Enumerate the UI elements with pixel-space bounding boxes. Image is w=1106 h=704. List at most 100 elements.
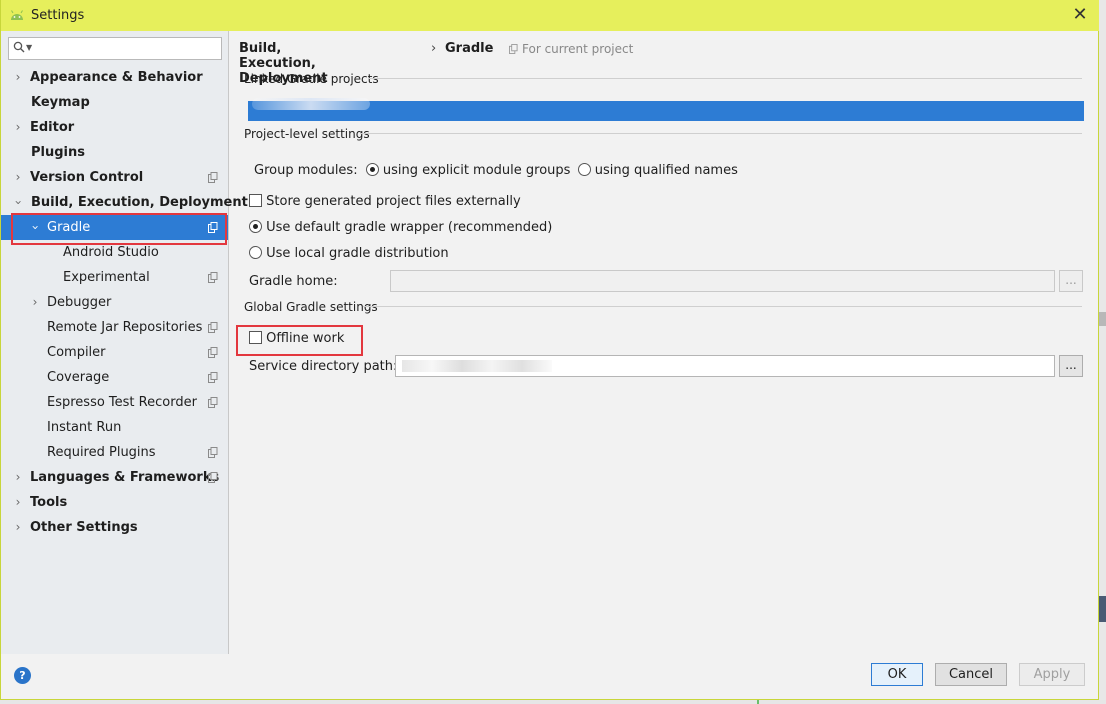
chevron-right-icon[interactable]: › xyxy=(13,515,23,540)
chevron-right-icon[interactable]: › xyxy=(13,165,23,190)
background-scroll-marker xyxy=(1099,596,1106,622)
default-wrapper-radio[interactable] xyxy=(249,220,262,233)
default-wrapper-label[interactable]: Use default gradle wrapper (recommended) xyxy=(266,220,552,235)
sidebar-item-remote-jar-repositories[interactable]: Remote Jar Repositories xyxy=(1,315,228,340)
chevron-down-icon[interactable]: ▼ xyxy=(26,43,32,52)
chevron-right-icon[interactable]: › xyxy=(13,115,23,140)
sidebar-item-build-execution-deployment[interactable]: › Build, Execution, Deployment xyxy=(1,190,248,215)
sidebar-item-editor[interactable]: › Editor xyxy=(1,115,228,140)
qualified-names-radio[interactable] xyxy=(577,163,591,176)
sidebar-item-espresso-test-recorder[interactable]: Espresso Test Recorder xyxy=(1,390,228,415)
chevron-down-icon[interactable]: › xyxy=(6,198,31,208)
sidebar-item-label: Debugger xyxy=(47,295,112,310)
sidebar-item-android-studio[interactable]: Android Studio xyxy=(1,240,228,265)
offline-work-checkbox[interactable] xyxy=(249,331,262,344)
chevron-right-icon[interactable]: › xyxy=(13,465,23,490)
linked-projects-list[interactable] xyxy=(248,98,1084,121)
background-marker xyxy=(757,700,759,704)
cancel-button[interactable]: Cancel xyxy=(935,663,1007,686)
sidebar-item-gradle[interactable]: › Gradle xyxy=(1,215,228,240)
search-icon xyxy=(13,41,25,56)
qualified-names-label[interactable]: using qualified names xyxy=(595,163,738,178)
sidebar-item-experimental[interactable]: Experimental xyxy=(1,265,228,290)
section-global: Global Gradle settings xyxy=(244,300,378,314)
service-dir-label: Service directory path: xyxy=(249,359,398,374)
help-icon[interactable]: ? xyxy=(14,667,31,684)
title-bar: Settings ✕ xyxy=(1,0,1100,31)
sidebar-item-version-control[interactable]: › Version Control xyxy=(1,165,228,190)
linked-project-item[interactable] xyxy=(252,98,370,110)
sidebar-item-plugins[interactable]: Plugins xyxy=(1,140,228,165)
sidebar-item-label: Plugins xyxy=(31,145,85,160)
local-distribution-row[interactable]: Use local gradle distribution xyxy=(249,246,449,261)
chevron-right-icon[interactable]: › xyxy=(30,290,40,315)
sidebar-item-languages-frameworks[interactable]: › Languages & Frameworks xyxy=(1,465,228,490)
android-icon xyxy=(11,10,23,20)
group-modules-row: Group modules: using explicit module gro… xyxy=(254,163,738,178)
service-dir-browse-button[interactable]: ... xyxy=(1059,355,1083,377)
project-scope-icon xyxy=(208,172,218,183)
service-dir-input[interactable] xyxy=(395,355,1055,377)
gradle-home-browse-button: ... xyxy=(1059,270,1083,292)
breadcrumb-current: Gradle xyxy=(445,41,494,56)
settings-sidebar: ▼ › Appearance & Behavior Keymap › Edito… xyxy=(1,31,248,654)
sidebar-item-label: Keymap xyxy=(31,95,90,110)
project-scope-icon xyxy=(208,447,218,458)
sidebar-item-keymap[interactable]: Keymap xyxy=(1,90,228,115)
store-generated-checkbox[interactable] xyxy=(249,194,262,207)
sidebar-item-instant-run[interactable]: Instant Run xyxy=(1,415,228,440)
section-divider xyxy=(363,306,1082,307)
apply-button[interactable]: Apply xyxy=(1019,663,1085,686)
sidebar-item-other-settings[interactable]: › Other Settings xyxy=(1,515,228,540)
background-window-edge xyxy=(0,700,1106,704)
gradle-home-label: Gradle home: xyxy=(249,274,338,289)
sidebar-item-label: Build, Execution, Deployment xyxy=(31,195,248,210)
sidebar-item-label: Appearance & Behavior xyxy=(30,70,203,85)
search-input[interactable] xyxy=(35,40,217,57)
sidebar-item-debugger[interactable]: › Debugger xyxy=(1,290,228,315)
sidebar-item-label: Other Settings xyxy=(30,520,138,535)
chevron-right-icon[interactable]: › xyxy=(13,65,23,90)
sidebar-item-appearance-behavior[interactable]: › Appearance & Behavior xyxy=(1,65,228,90)
project-scope-icon xyxy=(208,347,218,358)
sidebar-item-label: Instant Run xyxy=(47,420,122,435)
sidebar-item-label: Android Studio xyxy=(63,245,159,260)
search-field[interactable]: ▼ xyxy=(8,37,222,60)
offline-work-label[interactable]: Offline work xyxy=(266,331,344,346)
group-modules-label: Group modules: xyxy=(254,163,358,178)
local-distribution-label[interactable]: Use local gradle distribution xyxy=(266,246,448,261)
sidebar-item-required-plugins[interactable]: Required Plugins xyxy=(1,440,228,465)
sidebar-item-label: Tools xyxy=(30,495,68,510)
sidebar-item-compiler[interactable]: Compiler xyxy=(1,340,228,365)
background-scroll-marker xyxy=(1099,312,1106,326)
project-scope-icon xyxy=(208,372,218,383)
project-scope-icon xyxy=(208,397,218,408)
sidebar-item-label: Experimental xyxy=(63,270,150,285)
chevron-down-icon[interactable]: › xyxy=(23,223,48,233)
store-generated-row[interactable]: Store generated project files externally xyxy=(249,194,521,209)
background-window-edge xyxy=(1099,0,1106,704)
store-generated-label[interactable]: Store generated project files externally xyxy=(266,194,521,209)
offline-work-row[interactable]: Offline work xyxy=(249,331,344,346)
chevron-right-icon: › xyxy=(431,41,437,56)
section-divider xyxy=(360,133,1082,134)
local-distribution-radio[interactable] xyxy=(249,246,262,259)
project-scope-icon xyxy=(509,44,518,54)
sidebar-item-label: Required Plugins xyxy=(47,445,156,460)
chevron-right-icon[interactable]: › xyxy=(13,490,23,515)
settings-dialog: Settings ✕ ▼ › Appearance & Behavior Key… xyxy=(0,0,1100,700)
project-scope-icon xyxy=(208,322,218,333)
gradle-settings-panel: Build, Execution, Deployment › Gradle Fo… xyxy=(230,31,1100,654)
sidebar-item-label: Espresso Test Recorder xyxy=(47,395,197,410)
section-linked-projects: Linked Gradle projects xyxy=(244,72,379,86)
sidebar-item-coverage[interactable]: Coverage xyxy=(1,365,228,390)
ok-button[interactable]: OK xyxy=(871,663,923,686)
explicit-groups-label[interactable]: using explicit module groups xyxy=(383,163,571,178)
sidebar-item-tools[interactable]: › Tools xyxy=(1,490,228,515)
project-scope-icon xyxy=(208,272,218,283)
default-wrapper-row[interactable]: Use default gradle wrapper (recommended) xyxy=(249,220,552,235)
explicit-groups-radio[interactable] xyxy=(365,163,379,176)
close-icon[interactable]: ✕ xyxy=(1070,5,1090,25)
scope-indicator: For current project xyxy=(509,42,633,56)
section-divider xyxy=(368,78,1082,79)
